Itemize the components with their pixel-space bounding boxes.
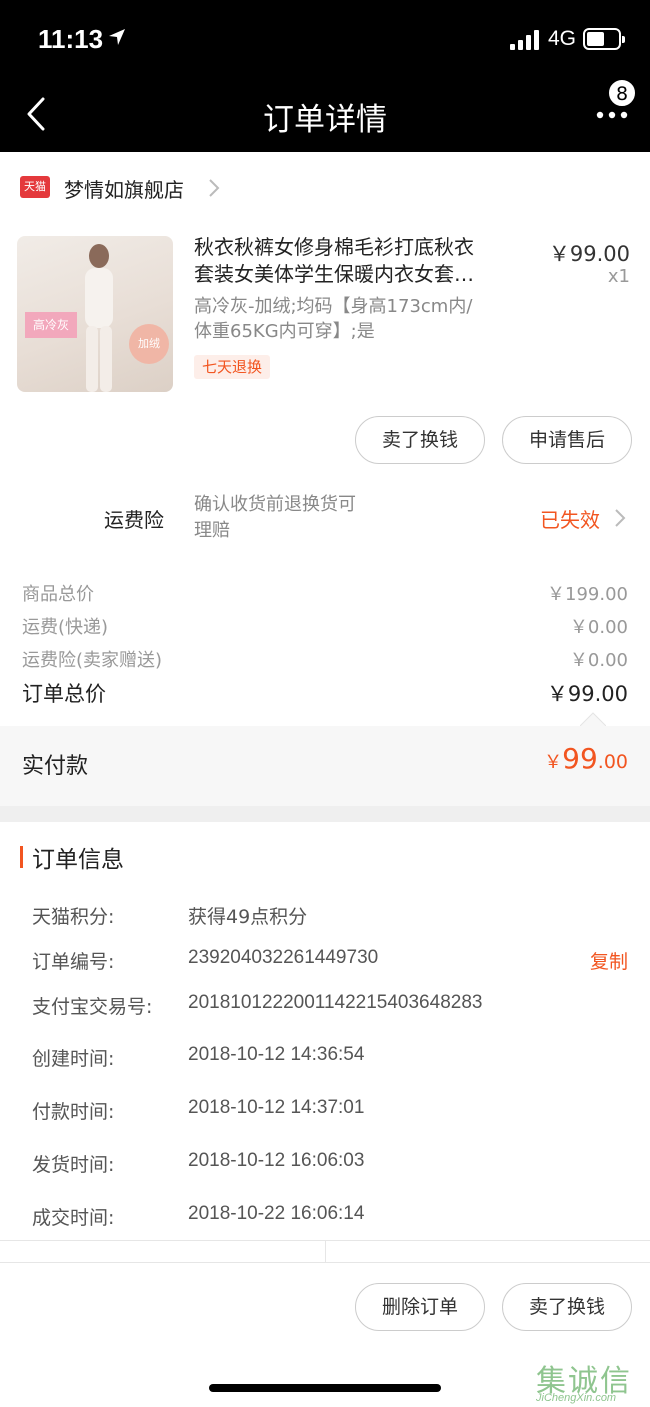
product-title: 秋衣秋裤女修身棉毛衫打底秋衣 套装女美体学生保暖内衣女套… — [194, 234, 524, 288]
home-indicator[interactable] — [209, 1384, 441, 1392]
order-info-heading: 订单信息 — [32, 847, 124, 873]
paid-time-value: 2018-10-12 14:37:01 — [188, 1097, 365, 1118]
product-spec-line: 高冷灰-加绒;均码【身高173cm内/ — [194, 296, 473, 317]
after-sale-button[interactable]: 申请售后 — [502, 416, 632, 464]
paid-label: 实付款 — [22, 754, 89, 779]
order-no-label: 订单编号: — [32, 951, 115, 973]
store-name: 梦情如旗舰店 — [64, 178, 184, 202]
product-quantity: x1 — [607, 266, 630, 287]
alipay-value: 2018101222001142215403648283 — [188, 992, 483, 1013]
insurance-label: 运费险 — [104, 508, 164, 532]
store-row[interactable]: 天猫 梦情如旗舰店 — [0, 152, 650, 222]
sell-button[interactable]: 卖了换钱 — [502, 1283, 632, 1331]
status-time: 11:13 — [38, 24, 104, 54]
points-value: 获得49点积分 — [188, 906, 308, 928]
order-info-section: 订单信息 天猫积分: 获得49点积分 订单编号: 239204032261449… — [0, 822, 650, 1242]
paid-value: ￥99.00 — [544, 742, 628, 775]
created-value: 2018-10-12 14:36:54 — [188, 1044, 365, 1065]
more-options-icon[interactable] — [596, 111, 628, 119]
currency-symbol: ￥ — [544, 752, 563, 773]
paid-time-label: 付款时间: — [32, 1101, 115, 1123]
order-no-value: 239204032261449730 — [188, 947, 379, 968]
fleece-tag: 加绒 — [129, 324, 169, 364]
product-title-line: 套装女美体学生保暖内衣女套… — [194, 262, 474, 286]
chevron-right-icon — [209, 179, 220, 197]
product-spec-line: 体重65KG内可穿】;是 — [194, 321, 375, 342]
model-figure-icon — [85, 244, 113, 392]
section-accent-bar — [20, 846, 23, 868]
insurance-description: 确认收货前退换货可 理赔 — [194, 492, 414, 544]
battery-icon — [583, 28, 625, 50]
color-tag: 高冷灰 — [25, 312, 77, 338]
cellular-signal-icon — [510, 30, 540, 50]
insurance-desc-line: 确认收货前退换货可 — [194, 494, 356, 515]
location-arrow-icon — [109, 29, 125, 45]
status-bar: 11:13 4G — [0, 0, 650, 78]
points-label: 天猫积分: — [32, 906, 115, 928]
product-price: ￥99.00 — [548, 242, 630, 266]
shipping-insurance-row[interactable]: 运费险 确认收货前退换货可 理赔 已失效 — [0, 482, 650, 566]
section-divider — [0, 806, 650, 822]
goods-total-value: ￥199.00 — [547, 584, 628, 605]
insurance-desc-line: 理赔 — [194, 520, 230, 541]
divider-line — [325, 1241, 326, 1262]
divider-line — [0, 1262, 650, 1263]
message-count-badge: 8 — [607, 78, 637, 108]
delete-order-button[interactable]: 删除订单 — [355, 1283, 485, 1331]
nav-bar: 订单详情 8 — [0, 78, 650, 152]
watermark: 集诚信 JiChengXin.com — [532, 1356, 650, 1407]
closed-value: 2018-10-22 16:06:14 — [188, 1203, 365, 1224]
tmall-logo-icon: 天猫 — [20, 176, 50, 198]
insurance-fee-value: ￥0.00 — [569, 650, 628, 671]
product-spec: 高冷灰-加绒;均码【身高173cm内/ 体重65KG内可穿】;是 — [194, 294, 524, 344]
insurance-status: 已失效 — [540, 508, 600, 532]
shipped-label: 发货时间: — [32, 1154, 115, 1176]
shipping-label: 运费(快递) — [22, 617, 109, 638]
watermark-url: JiChengXin.com — [536, 1392, 617, 1404]
goods-total-label: 商品总价 — [22, 584, 94, 605]
product-image[interactable]: 高冷灰 加绒 — [17, 236, 173, 392]
created-label: 创建时间: — [32, 1048, 115, 1070]
paid-amount-row: 实付款 ￥99.00 — [0, 712, 650, 806]
copy-order-no-button[interactable]: 复制 — [590, 947, 628, 974]
closed-label: 成交时间: — [32, 1207, 115, 1229]
paid-decimal: .00 — [597, 751, 628, 773]
alipay-label: 支付宝交易号: — [32, 996, 153, 1018]
page-title: 订单详情 — [263, 102, 387, 138]
insurance-fee-label: 运费险(卖家赠送) — [22, 650, 163, 671]
shipping-value: ￥0.00 — [569, 617, 628, 638]
return-policy-badge: 七天退换 — [194, 355, 271, 379]
paid-integer: 99 — [562, 742, 598, 775]
sell-item-button[interactable]: 卖了换钱 — [355, 416, 485, 464]
order-total-value: ￥99.00 — [546, 682, 628, 706]
network-type: 4G — [548, 27, 577, 50]
chevron-right-icon — [615, 509, 626, 527]
product-title-line: 秋衣秋裤女修身棉毛衫打底秋衣 — [194, 235, 474, 259]
caret-up-icon — [580, 712, 606, 726]
shipped-value: 2018-10-12 16:06:03 — [188, 1150, 365, 1171]
order-total-label: 订单总价 — [22, 682, 106, 706]
